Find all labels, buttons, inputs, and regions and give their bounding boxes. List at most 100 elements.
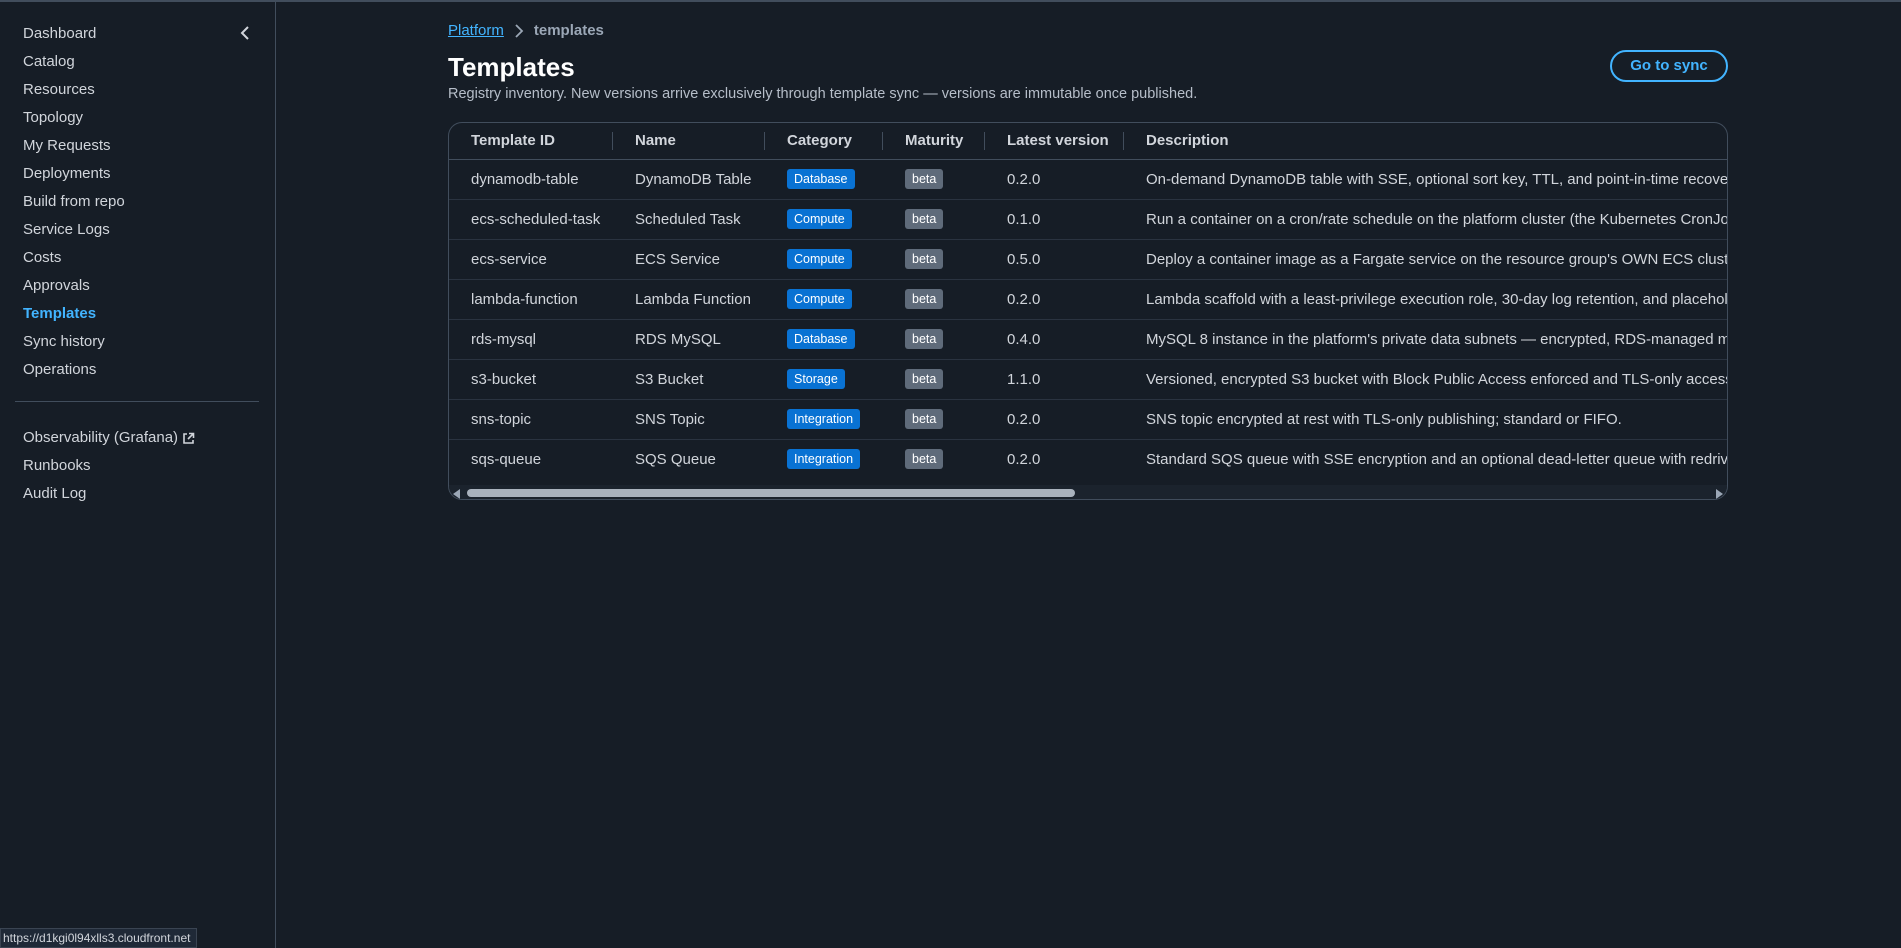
- latest-version-cell: 0.2.0: [1007, 290, 1041, 308]
- column-header-description[interactable]: Description: [1124, 123, 1727, 160]
- template-name-cell: RDS MySQL: [635, 330, 721, 348]
- maturity-badge: beta: [905, 369, 944, 389]
- table-cell: 0.4.0: [985, 319, 1124, 360]
- description-cell: SNS topic encrypted at rest with TLS-onl…: [1146, 410, 1622, 428]
- table-cell: Storage: [765, 359, 883, 400]
- table-cell: MySQL 8 instance in the platform's priva…: [1124, 319, 1728, 360]
- table-cell: Compute: [765, 279, 883, 320]
- table-cell: Run a container on a cron/rate schedule …: [1124, 199, 1727, 240]
- column-header-name[interactable]: Name: [613, 123, 765, 160]
- table-cell: beta: [883, 159, 985, 200]
- sidebar-item-runbooks[interactable]: Runbooks: [23, 452, 195, 480]
- category-badge: Compute: [787, 249, 852, 269]
- sidebar-item-service-logs[interactable]: Service Logs: [23, 216, 125, 244]
- table-cell: ECS Service: [613, 239, 765, 280]
- description-cell: Deploy a container image as a Fargate se…: [1146, 250, 1728, 268]
- sidebar-divider: [15, 401, 259, 402]
- table-cell: ecs-scheduled-task: [449, 199, 613, 240]
- table-row[interactable]: sqs-queue SQS Queue Integration beta 0.2.0 St…: [449, 439, 1728, 479]
- template-id-cell: s3-bucket: [471, 370, 537, 388]
- sidebar-item-build-from-repo[interactable]: Build from repo: [23, 188, 125, 216]
- table-cell: ecs-service: [449, 239, 613, 280]
- table-cell: SQS Queue: [613, 439, 765, 479]
- sidebar-item-topology[interactable]: Topology: [23, 104, 125, 132]
- sidebar-item-costs[interactable]: Costs: [23, 244, 125, 272]
- secondary-nav: Observability (Grafana) Runbooks Audit Log: [23, 424, 195, 508]
- column-header-latest-version[interactable]: Latest version: [985, 123, 1124, 160]
- sidebar-item-label: Runbooks: [23, 457, 91, 474]
- maturity-badge: beta: [905, 249, 944, 269]
- table-cell: 0.5.0: [985, 239, 1124, 280]
- template-id-cell: lambda-function: [471, 290, 578, 308]
- table-row[interactable]: s3-bucket S3 Bucket Storage beta 1.1.0 Versio…: [449, 359, 1727, 400]
- breadcrumb: Platform templates: [448, 22, 604, 39]
- table-cell: Database: [765, 159, 883, 200]
- table-cell: dynamodb-table: [449, 159, 613, 200]
- table-cell: 0.1.0: [985, 199, 1124, 240]
- table-cell: Scheduled Task: [613, 199, 765, 240]
- table-cell: beta: [883, 399, 985, 440]
- maturity-badge: beta: [905, 289, 944, 309]
- table-row[interactable]: ecs-service ECS Service Compute beta 0.5.0 De…: [449, 239, 1728, 280]
- sidebar-item-audit-log[interactable]: Audit Log: [23, 480, 195, 508]
- template-name-cell: Lambda Function: [635, 290, 751, 308]
- category-badge: Compute: [787, 289, 852, 309]
- sidebar-item-sync-history[interactable]: Sync history: [23, 328, 125, 356]
- table-row[interactable]: ecs-scheduled-task Scheduled Task Compute b…: [449, 199, 1727, 240]
- table-row[interactable]: sns-topic SNS Topic Integration beta 0.2.0 SN…: [449, 399, 1727, 440]
- maturity-badge: beta: [905, 409, 944, 429]
- column-header-label: Maturity: [905, 132, 964, 150]
- status-bar-url: https://d1kgi0l94xlls3.cloudfront.net: [0, 928, 198, 948]
- description-cell: On-demand DynamoDB table with SSE, optio…: [1146, 170, 1728, 188]
- category-badge: Integration: [787, 409, 861, 429]
- template-id-cell: ecs-scheduled-task: [471, 210, 601, 228]
- category-badge: Database: [787, 169, 855, 189]
- sidebar-item-templates[interactable]: Templates: [23, 300, 125, 328]
- scrollbar-thumb[interactable]: [467, 489, 1075, 497]
- template-id-cell: ecs-service: [471, 250, 547, 268]
- horizontal-scrollbar[interactable]: [449, 485, 1727, 499]
- latest-version-cell: 0.5.0: [1007, 250, 1041, 268]
- table-cell: 0.2.0: [985, 439, 1124, 479]
- table-cell: 0.2.0: [985, 159, 1124, 200]
- sidebar-item-catalog[interactable]: Catalog: [23, 48, 125, 76]
- column-header-template-id[interactable]: Template ID: [449, 123, 613, 160]
- scroll-right-arrow-icon[interactable]: [1716, 489, 1723, 499]
- go-to-sync-button[interactable]: Go to sync: [1610, 50, 1728, 82]
- table-row[interactable]: rds-mysql RDS MySQL Database beta 0.4.0 MySQL…: [449, 319, 1728, 360]
- table-cell: Integration: [765, 439, 883, 479]
- collapse-sidebar-button[interactable]: [234, 22, 256, 44]
- maturity-badge: beta: [905, 449, 944, 470]
- template-name-cell: Scheduled Task: [635, 210, 741, 228]
- sidebar-item-dashboard[interactable]: Dashboard: [23, 20, 125, 48]
- sidebar-item-my-requests[interactable]: My Requests: [23, 132, 125, 160]
- top-border: [0, 0, 1901, 2]
- table-cell: sqs-queue: [449, 439, 613, 479]
- sidebar-item-approvals[interactable]: Approvals: [23, 272, 125, 300]
- sidebar-item-operations[interactable]: Operations: [23, 356, 125, 384]
- table-row[interactable]: lambda-function Lambda Function Compute bet…: [449, 279, 1727, 320]
- table-cell: Lambda scaffold with a least-privilege e…: [1124, 279, 1727, 320]
- table-row[interactable]: dynamodb-table DynamoDB Table Database beta…: [449, 159, 1728, 200]
- sidebar-item-resources[interactable]: Resources: [23, 76, 125, 104]
- description-cell: Standard SQS queue with SSE encryption a…: [1146, 450, 1728, 468]
- chevron-left-icon: [240, 26, 249, 40]
- table-body: dynamodb-table DynamoDB Table Database beta…: [449, 159, 1728, 479]
- table-cell: SNS Topic: [613, 399, 765, 440]
- table-cell: beta: [883, 199, 985, 240]
- category-badge: Integration: [787, 449, 861, 470]
- breadcrumb-current: templates: [533, 22, 604, 39]
- sidebar-item-deployments[interactable]: Deployments: [23, 160, 125, 188]
- sidebar-item-observability-grafana[interactable]: Observability (Grafana): [23, 424, 195, 452]
- column-header-maturity[interactable]: Maturity: [883, 123, 985, 160]
- table-cell: Compute: [765, 199, 883, 240]
- table-cell: RDS MySQL: [613, 319, 765, 360]
- column-header-category[interactable]: Category: [765, 123, 883, 160]
- template-name-cell: S3 Bucket: [635, 370, 704, 388]
- maturity-badge: beta: [905, 209, 944, 229]
- scroll-left-arrow-icon[interactable]: [453, 489, 460, 499]
- description-cell: MySQL 8 instance in the platform's priva…: [1146, 330, 1728, 348]
- templates-table-container: Template ID Name Category Maturity Latest ve…: [448, 122, 1728, 500]
- page-description: Registry inventory. New versions arrive …: [448, 86, 1198, 102]
- breadcrumb-platform-link[interactable]: Platform: [448, 22, 504, 39]
